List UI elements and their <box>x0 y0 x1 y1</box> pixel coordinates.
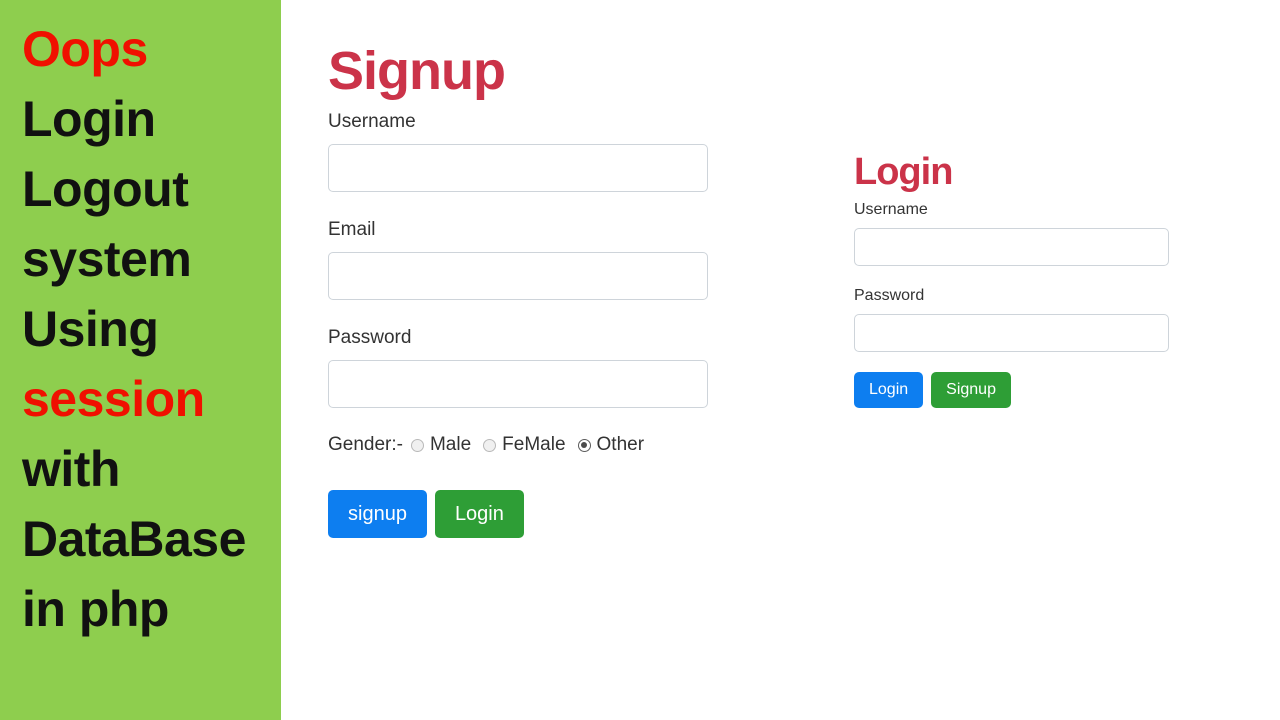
signup-email-label: Email <box>328 219 376 240</box>
login-username-input[interactable] <box>854 228 1169 266</box>
gender-option-female-label: FeMale <box>502 434 566 455</box>
login-password-input[interactable] <box>854 314 1169 352</box>
login-submit-button[interactable]: Login <box>854 372 924 408</box>
login-heading: Login <box>854 151 953 193</box>
radio-male-icon[interactable] <box>410 438 424 452</box>
promo-sidebar: Oops Login Logout system Using session w… <box>0 0 281 720</box>
gender-option-female[interactable]: FeMale <box>483 434 566 456</box>
login-form: Login Username Password Login Signup <box>854 150 1184 408</box>
signup-form: Signup Username Email Password Gender:- … <box>328 40 728 538</box>
signup-username-input[interactable] <box>328 144 708 192</box>
promo-line-logout: Logout <box>22 161 189 217</box>
page-root: Oops Login Logout system Using session w… <box>0 0 1280 720</box>
promo-line-session: session <box>22 371 205 427</box>
gender-option-male[interactable]: Male <box>410 434 472 456</box>
promo-line-system: system <box>22 231 192 287</box>
promo-line-with: with <box>22 441 120 497</box>
gender-selector: Gender:- Male FeMale Other <box>328 434 728 456</box>
gender-label: Gender:- <box>328 434 403 455</box>
main-content: Signup Username Email Password Gender:- … <box>281 0 1280 720</box>
login-button-row: Login Signup <box>854 372 1184 408</box>
signup-button-row: signup Login <box>328 490 728 538</box>
promo-line-oops: Oops <box>22 21 148 77</box>
signup-password-label: Password <box>328 327 412 348</box>
signup-username-label: Username <box>328 111 416 132</box>
signup-submit-button[interactable]: signup <box>328 490 427 538</box>
signup-password-input[interactable] <box>328 360 708 408</box>
promo-line-login: Login <box>22 91 156 147</box>
gender-option-other[interactable]: Other <box>577 434 645 456</box>
login-password-label: Password <box>854 287 925 304</box>
radio-female-icon[interactable] <box>483 438 497 452</box>
promo-line-database: DataBase <box>22 511 246 567</box>
login-signup-button[interactable]: Signup <box>931 372 1011 408</box>
signup-heading: Signup <box>328 41 506 101</box>
promo-line-using: Using <box>22 301 159 357</box>
radio-other-icon[interactable] <box>577 438 591 452</box>
gender-option-other-label: Other <box>596 434 645 455</box>
promo-line-in-php: in php <box>22 581 169 637</box>
gender-option-male-label: Male <box>429 434 472 455</box>
signup-login-button[interactable]: Login <box>434 490 524 538</box>
signup-email-input[interactable] <box>328 252 708 300</box>
login-username-label: Username <box>854 201 928 218</box>
